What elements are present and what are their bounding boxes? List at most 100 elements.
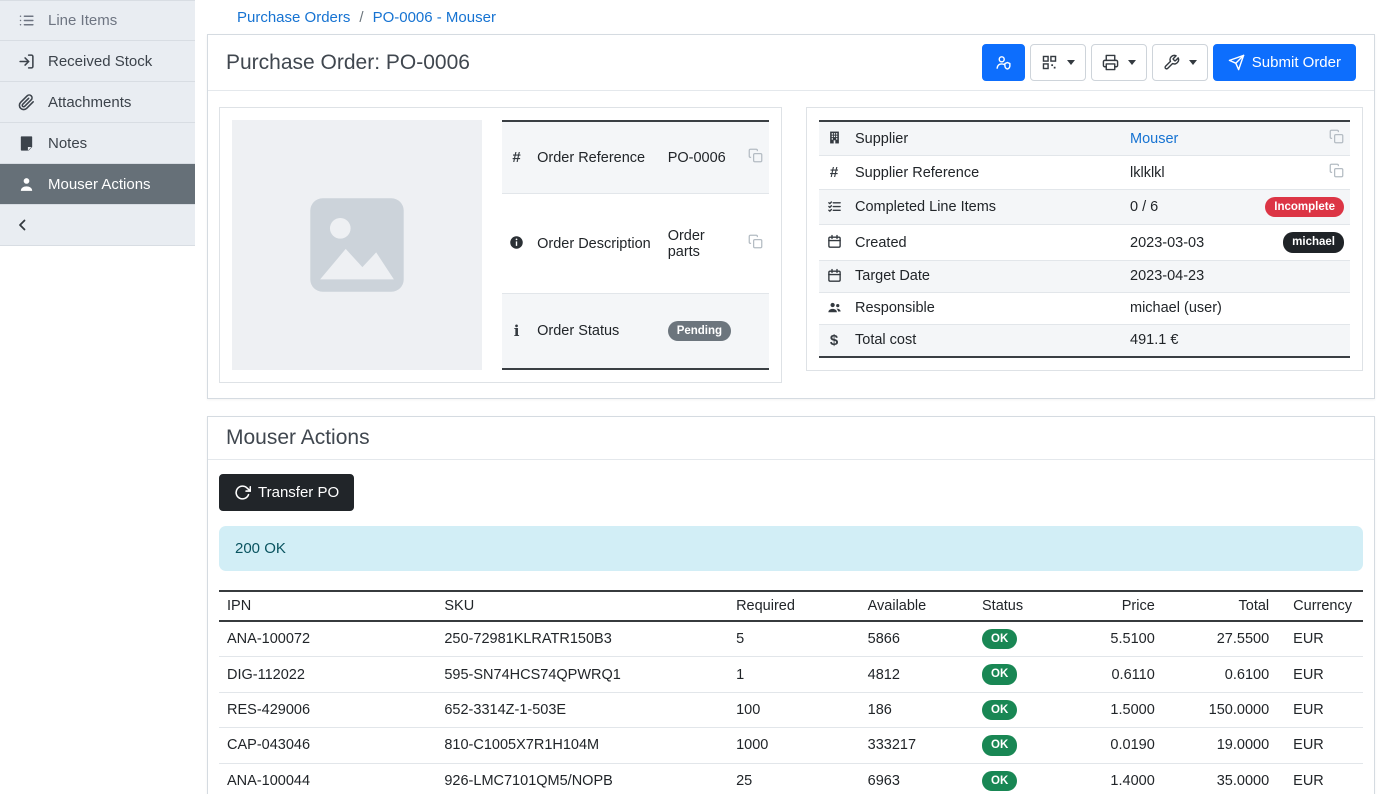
total-cell: 0.6100 (1163, 657, 1277, 692)
required-cell: 100 (728, 692, 860, 727)
copy-icon[interactable] (748, 151, 763, 167)
submit-order-button[interactable]: Submit Order (1213, 44, 1356, 81)
incomplete-badge: Incomplete (1265, 197, 1344, 217)
copy-icon[interactable] (748, 237, 763, 253)
currency-cell: EUR (1277, 692, 1363, 727)
order-info-table: # Order Reference PO-0006 Order Descript… (502, 120, 769, 370)
price-cell: 0.6110 (1060, 657, 1163, 692)
calendar-icon (827, 268, 842, 283)
paper-plane-icon (1228, 54, 1245, 71)
available-cell: 186 (860, 692, 974, 727)
users-icon (827, 300, 842, 315)
refresh-icon (234, 484, 251, 501)
status-cell: OK (974, 692, 1060, 727)
detail-row-supplier-reference: # Supplier Reference lklklkl (819, 156, 1350, 190)
status-badge: Pending (668, 321, 731, 341)
supplier-link[interactable]: Mouser (1130, 131, 1178, 147)
panel-title: Mouser Actions (226, 426, 370, 450)
list-icon (17, 12, 35, 30)
order-image-placeholder (232, 120, 482, 370)
price-cell: 0.0190 (1060, 728, 1163, 763)
user-roles-button[interactable] (982, 44, 1025, 81)
copy-icon[interactable] (1329, 132, 1344, 148)
user-shield-icon (995, 54, 1012, 71)
main-content: Purchase Orders / PO-0006 - Mouser Purch… (207, 0, 1375, 794)
sidebar-item-notes[interactable]: Notes (0, 123, 195, 164)
sidebar-collapse-button[interactable] (0, 205, 195, 246)
sidebar-item-label: Line Items (48, 12, 117, 29)
hash-icon: # (830, 164, 838, 181)
available-cell: 333217 (860, 728, 974, 763)
status-cell: OK (974, 728, 1060, 763)
price-cell: 1.4000 (1060, 763, 1163, 794)
parts-table-row: CAP-043046 810-C1005X7R1H104M 1000 33321… (219, 728, 1363, 763)
purchase-order-header: Purchase Order: PO-0006 (208, 35, 1374, 91)
currency-cell: EUR (1277, 621, 1363, 657)
breadcrumb-link-current[interactable]: PO-0006 - Mouser (373, 9, 496, 26)
ipn-cell: DIG-112022 (219, 657, 436, 692)
detail-row-responsible: Responsible michael (user) (819, 292, 1350, 324)
sidebar-item-line-items[interactable]: Line Items (0, 0, 195, 41)
status-cell: OK (974, 763, 1060, 794)
paperclip-icon (17, 93, 35, 111)
sku-cell: 250-72981KLRATR150B3 (436, 621, 728, 657)
breadcrumb-link-purchase-orders[interactable]: Purchase Orders (237, 9, 350, 26)
qrcode-icon (1041, 54, 1058, 71)
status-cell: OK (974, 621, 1060, 657)
user-badge: michael (1283, 232, 1344, 252)
ok-badge: OK (982, 735, 1017, 755)
breadcrumb: Purchase Orders / PO-0006 - Mouser (207, 0, 1375, 34)
breadcrumb-separator: / (359, 9, 363, 26)
barcode-menu-button[interactable] (1030, 44, 1086, 81)
ipn-cell: RES-429006 (219, 692, 436, 727)
sidebar-item-mouser-actions[interactable]: Mouser Actions (0, 164, 195, 205)
dollar-icon: $ (830, 332, 838, 349)
detail-row-order-description: Order Description Order parts (502, 194, 769, 293)
purchase-order-card: Purchase Order: PO-0006 (207, 34, 1375, 399)
copy-icon[interactable] (1329, 166, 1344, 182)
chevron-left-icon (14, 216, 32, 234)
total-cell: 150.0000 (1163, 692, 1277, 727)
sidebar-item-label: Received Stock (48, 53, 152, 70)
order-actions-menu-button[interactable] (1152, 44, 1208, 81)
total-cell: 35.0000 (1163, 763, 1277, 794)
hash-icon: # (512, 149, 520, 166)
currency-cell: EUR (1277, 657, 1363, 692)
parts-table-row: ANA-100072 250-72981KLRATR150B3 5 5866 O… (219, 621, 1363, 657)
parts-table-row: DIG-112022 595-SN74HCS74QPWRQ1 1 4812 OK… (219, 657, 1363, 692)
ipn-cell: CAP-043046 (219, 728, 436, 763)
sidebar-item-label: Attachments (48, 94, 131, 111)
sku-cell: 652-3314Z-1-503E (436, 692, 728, 727)
price-cell: 1.5000 (1060, 692, 1163, 727)
wrench-icon (1163, 54, 1180, 71)
ok-badge: OK (982, 700, 1017, 720)
sign-in-icon (17, 52, 35, 70)
detail-row-total-cost: $ Total cost 491.1 € (819, 324, 1350, 357)
available-cell: 6963 (860, 763, 974, 794)
sidebar-item-received-stock[interactable]: Received Stock (0, 41, 195, 82)
ipn-cell: ANA-100072 (219, 621, 436, 657)
printer-icon (1102, 54, 1119, 71)
available-cell: 4812 (860, 657, 974, 692)
sidebar-item-label: Mouser Actions (48, 176, 151, 193)
print-menu-button[interactable] (1091, 44, 1147, 81)
supplier-info-table: Supplier Mouser # Supplier Reference lkl… (819, 120, 1350, 358)
ok-badge: OK (982, 664, 1017, 684)
mouser-actions-body: Transfer PO 200 OK IPN SKU Required Avai… (208, 460, 1374, 794)
sidebar-item-label: Notes (48, 135, 87, 152)
detail-row-order-reference: # Order Reference PO-0006 (502, 121, 769, 194)
transfer-po-button[interactable]: Transfer PO (219, 474, 354, 511)
ok-badge: OK (982, 771, 1017, 791)
sku-cell: 926-LMC7101QM5/NOPB (436, 763, 728, 794)
mouser-actions-card: Mouser Actions Transfer PO 200 OK IPN SK… (207, 416, 1375, 794)
order-details: # Order Reference PO-0006 Order Descript… (208, 91, 1374, 398)
detail-row-supplier: Supplier Mouser (819, 121, 1350, 156)
toolbar: Submit Order (982, 44, 1356, 81)
sku-cell: 595-SN74HCS74QPWRQ1 (436, 657, 728, 692)
parts-table-row: RES-429006 652-3314Z-1-503E 100 186 OK 1… (219, 692, 1363, 727)
sidebar: Line Items Received Stock Attachments No… (0, 0, 195, 246)
ok-badge: OK (982, 629, 1017, 649)
order-info-panel: # Order Reference PO-0006 Order Descript… (219, 107, 782, 383)
sidebar-item-attachments[interactable]: Attachments (0, 82, 195, 123)
detail-row-created: Created 2023-03-03 michael (819, 225, 1350, 260)
